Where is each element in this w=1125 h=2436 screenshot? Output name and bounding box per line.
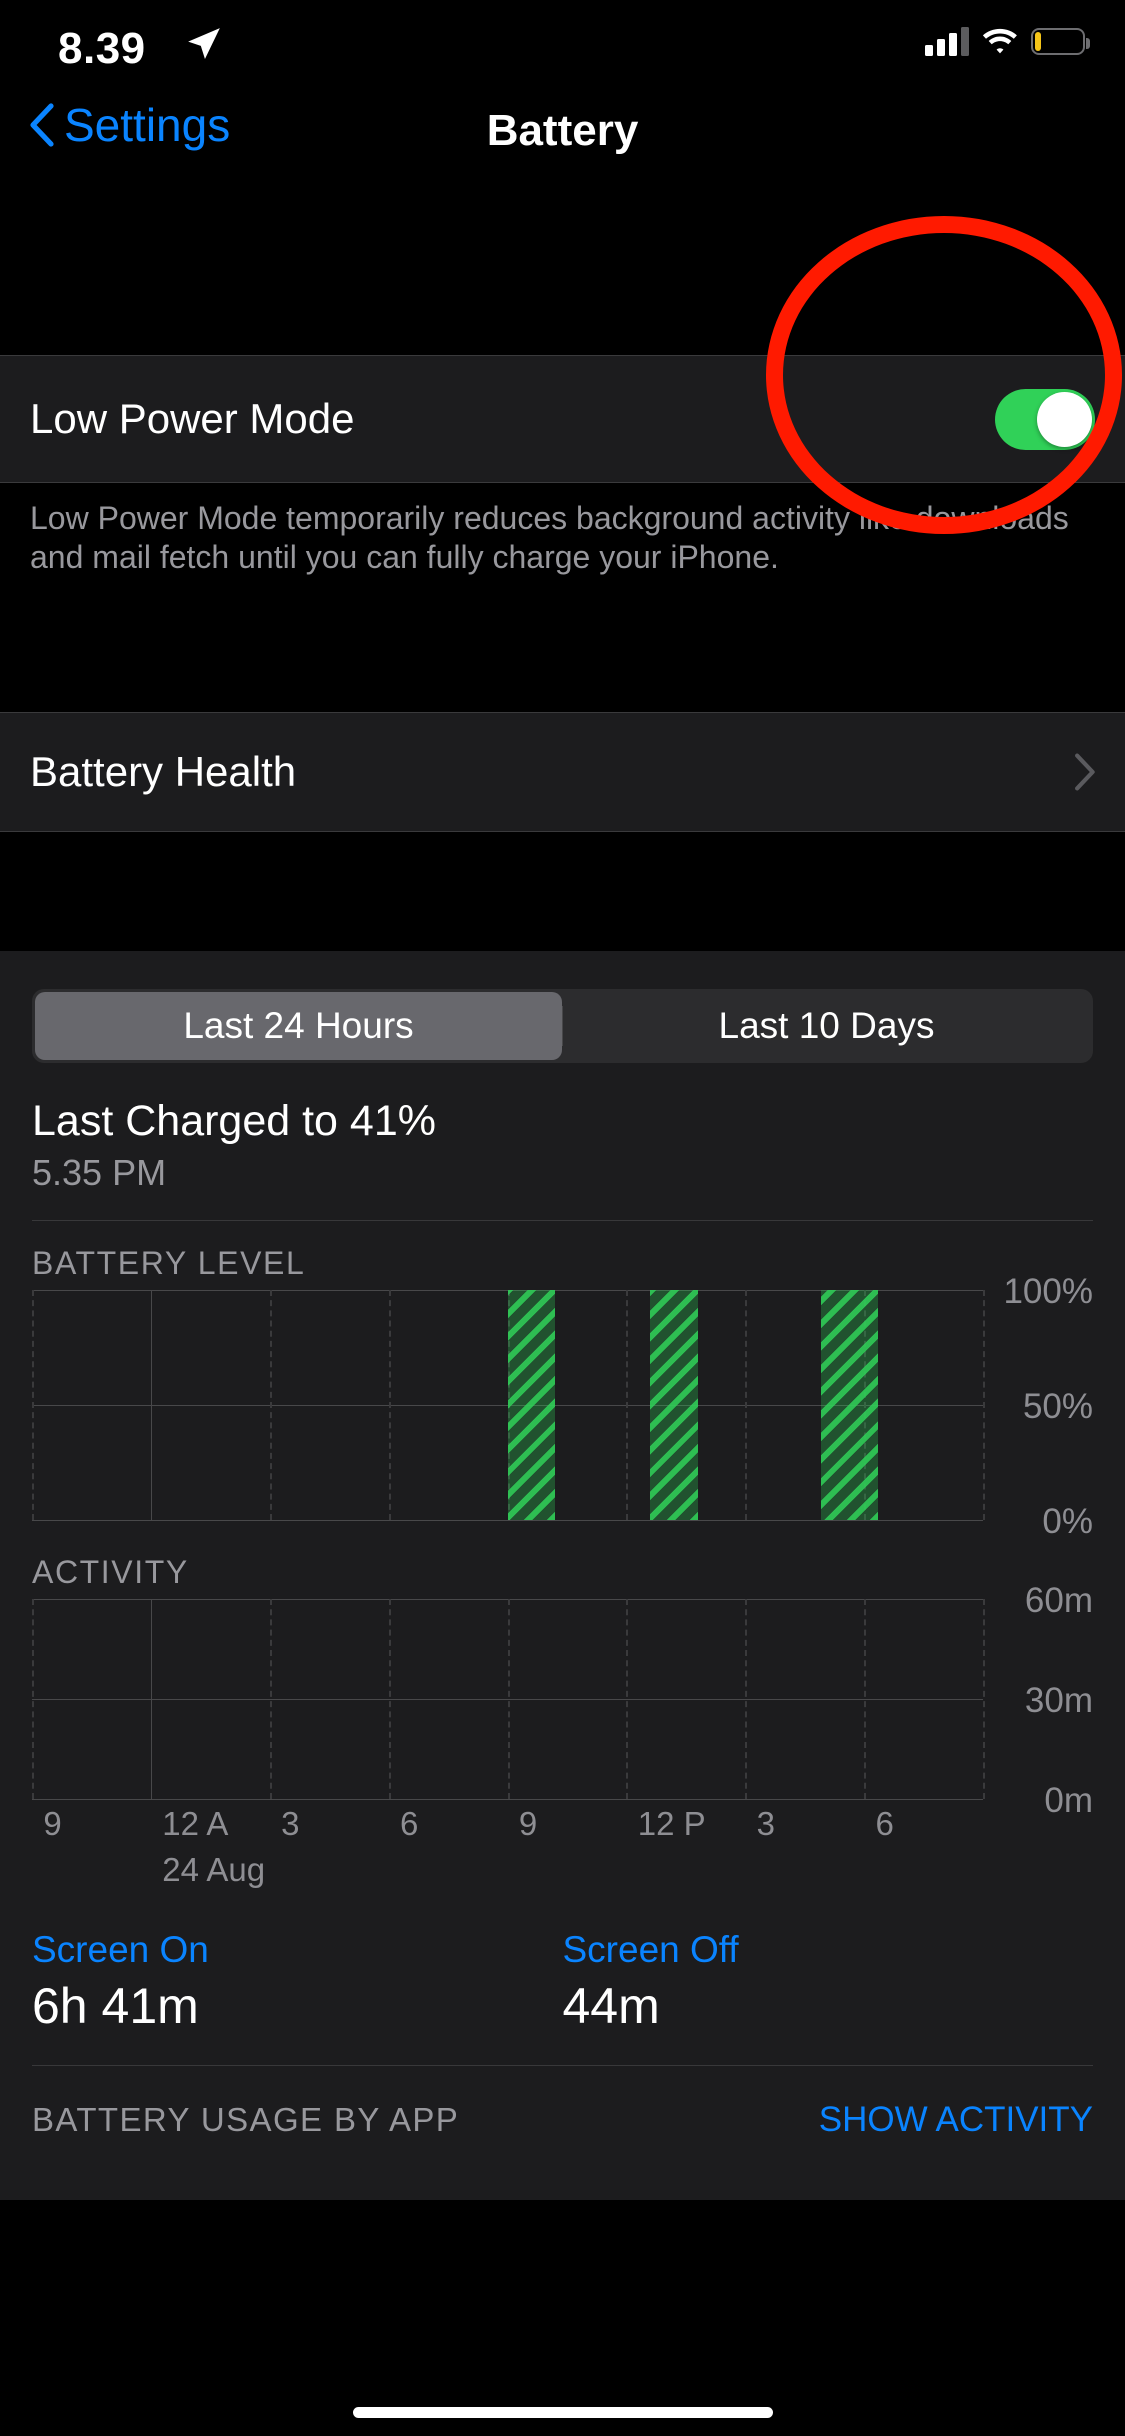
screen-on-stat: Screen On 6h 41m [32, 1929, 563, 2035]
status-bar-indicators [925, 26, 1090, 56]
screen-on-value: 6h 41m [32, 1978, 199, 2034]
time-range-segmented-control[interactable]: Last 24 Hours Last 10 Days [32, 989, 1093, 1063]
divider [32, 1220, 1093, 1221]
activity-y-axis: 60m 30m 0m [985, 1581, 1093, 1820]
activity-chart-title: ACTIVITY [32, 1554, 189, 1590]
show-activity-button[interactable]: SHOW ACTIVITY [819, 2100, 1093, 2140]
gridline-v [983, 1290, 985, 1520]
last-charged-time: 5.35 PM [32, 1152, 167, 1193]
status-bar: 8.39 [0, 0, 1125, 92]
chevron-right-icon [1075, 753, 1095, 791]
battery-health-label: Battery Health [30, 748, 297, 795]
screen-on-label: Screen On [32, 1929, 209, 1970]
divider [0, 712, 1125, 713]
status-bar-time: 8.39 [58, 24, 146, 73]
low-power-mode-row[interactable]: Low Power Mode [0, 355, 1125, 483]
low-power-mode-footer: Low Power Mode temporarily reduces backg… [0, 483, 1125, 633]
battery-health-row[interactable]: Battery Health [0, 712, 1125, 832]
location-arrow-icon [188, 28, 220, 60]
battery-usage-by-app-header: BATTERY USAGE BY APP SHOW ACTIVITY [32, 2100, 1093, 2140]
y-tick-0: 0% [1042, 1502, 1093, 1541]
segment-last-24-hours[interactable]: Last 24 Hours [35, 992, 562, 1060]
low-power-mode-label: Low Power Mode [30, 395, 355, 442]
low-power-mode-toggle[interactable] [995, 388, 1095, 450]
home-indicator[interactable] [352, 2407, 773, 2418]
y-tick-30m: 30m [1024, 1681, 1093, 1720]
x-axis-day-label: 24 Aug [162, 1851, 266, 1888]
shared-x-axis: 9 12 A 3 6 9 12 P 3 6 24 Aug [32, 1805, 983, 1899]
last-charged-title: Last Charged to 41% [32, 1097, 436, 1145]
gridline-h [32, 1799, 983, 1800]
section-gap-top [0, 176, 1125, 355]
y-tick-50: 50% [1022, 1387, 1093, 1426]
toggle-knob [1037, 391, 1092, 447]
y-tick-60m: 60m [1024, 1581, 1093, 1620]
activity-bars [32, 1599, 983, 1799]
gridline-v [983, 1599, 985, 1799]
y-tick-100: 100% [1003, 1272, 1093, 1311]
battery-level-y-axis: 100% 50% 0% [985, 1272, 1093, 1541]
y-tick-0m: 0m [1044, 1781, 1093, 1820]
battery-level-chart-title: BATTERY LEVEL [32, 1245, 306, 1281]
wifi-icon [982, 28, 1017, 54]
screen-off-stat: Screen Off 44m [563, 1929, 1094, 2035]
battery-level-bars [32, 1290, 983, 1520]
x-tick-label: 12 P [637, 1805, 706, 1842]
battery-level-plot [32, 1290, 985, 1521]
battery-low-icon [1031, 27, 1090, 55]
screen-off-label: Screen Off [562, 1929, 739, 1970]
divider [0, 831, 1125, 832]
segment-last-10-days[interactable]: Last 10 Days [563, 992, 1090, 1060]
x-tick-label: 6 [400, 1805, 419, 1842]
divider [0, 355, 1125, 356]
battery-usage-card: Last 24 Hours Last 10 Days Last Charged … [0, 951, 1125, 2200]
iphone-battery-settings-screen: 8.39 Settings Battery Low Power Mode Low… [0, 0, 1125, 2436]
page-title: Battery [486, 106, 639, 155]
x-tick-label: 9 [518, 1805, 538, 1842]
x-tick-label: 3 [281, 1805, 300, 1842]
battery-usage-by-app-label: BATTERY USAGE BY APP [32, 2101, 460, 2138]
x-tick-label: 9 [43, 1805, 62, 1842]
x-tick-label: 3 [756, 1805, 776, 1842]
screen-time-stats: Screen On 6h 41m Screen Off 44m [32, 1929, 1093, 2035]
x-tick-label: 6 [875, 1805, 894, 1842]
battery-level-chart: 100% 50% 0% [32, 1272, 1093, 1541]
screen-off-value: 44m [562, 1978, 660, 2034]
cellular-signal-icon [925, 26, 969, 56]
divider [32, 2065, 1093, 2066]
activity-chart: 60m 30m 0m [32, 1581, 1093, 1820]
activity-plot [32, 1599, 985, 1800]
navigation-bar: Settings Battery [0, 92, 1125, 176]
x-tick-label: 12 A [162, 1805, 229, 1842]
gridline-h [32, 1520, 983, 1521]
